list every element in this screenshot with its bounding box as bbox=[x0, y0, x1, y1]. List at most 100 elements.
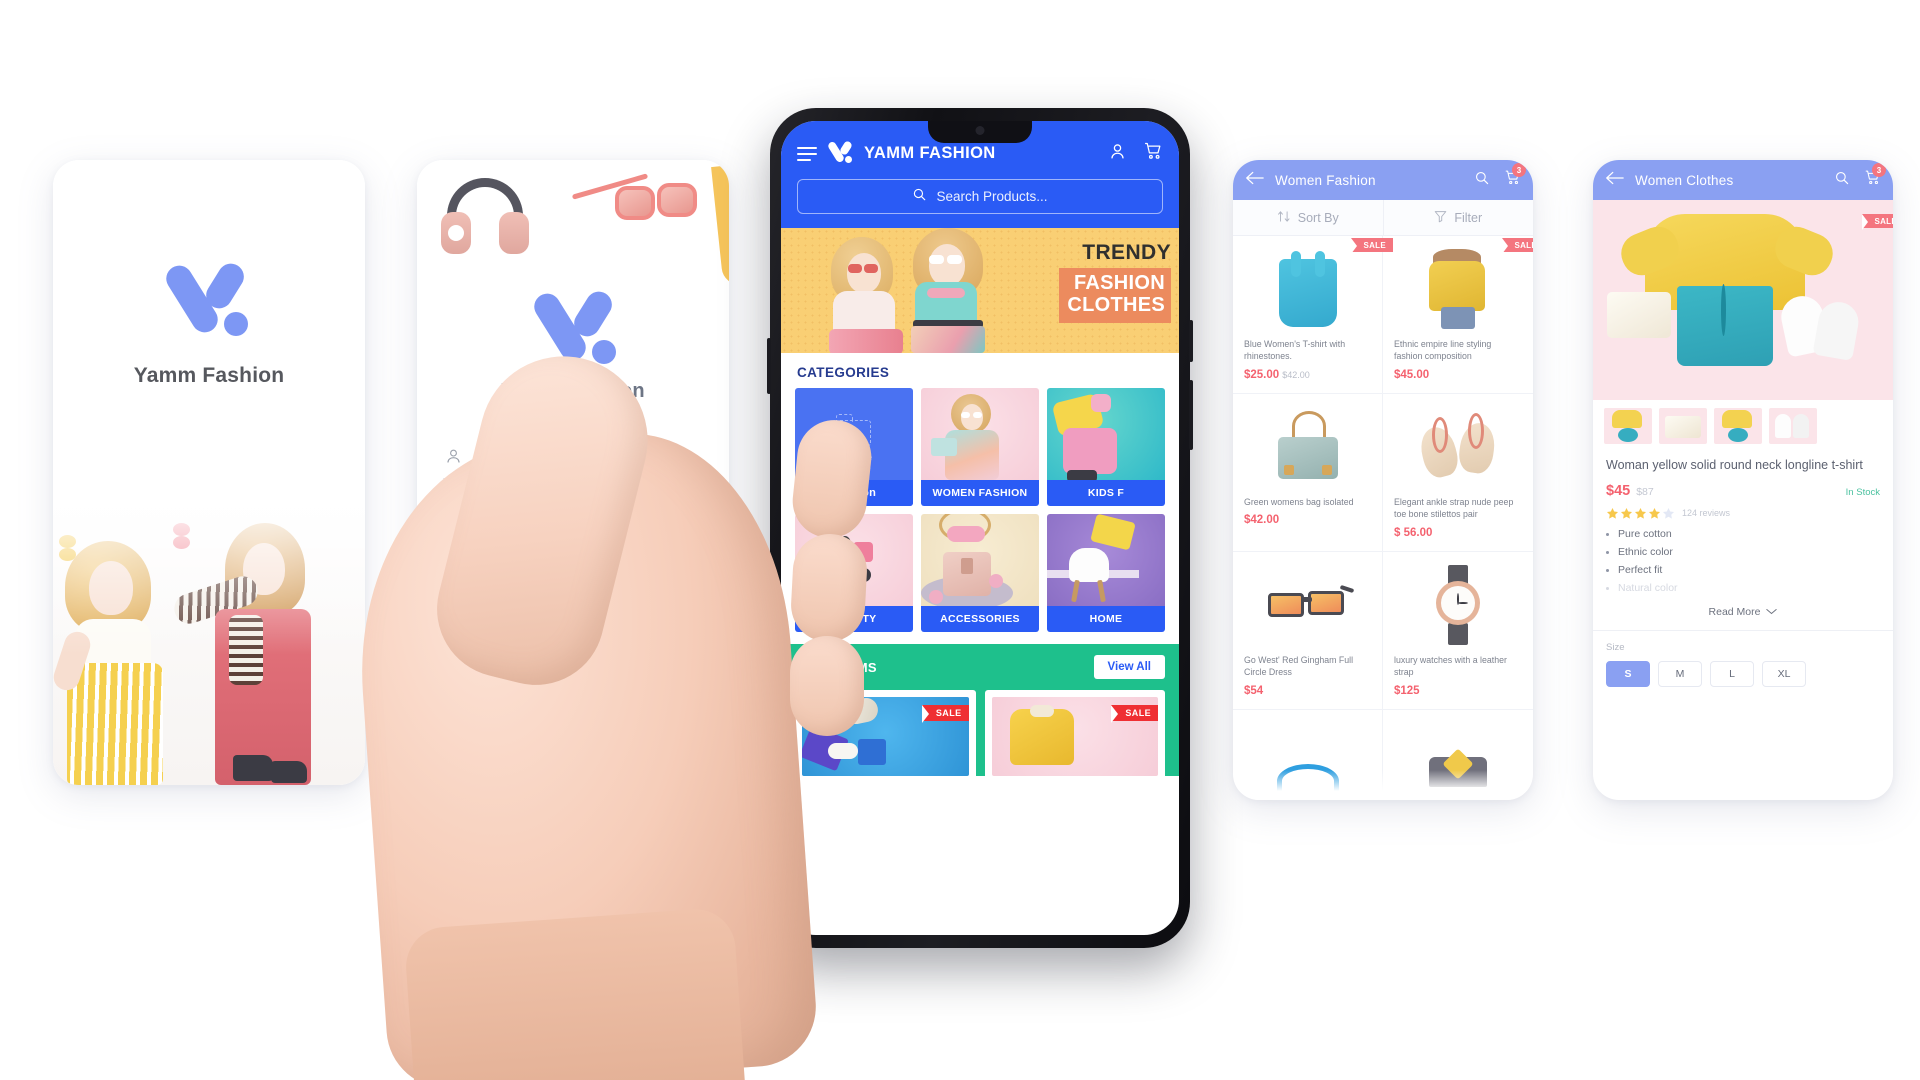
search-input[interactable]: Search Products... bbox=[797, 179, 1163, 214]
rating-row: 124 reviews bbox=[1606, 507, 1880, 519]
cart-icon[interactable]: 3 bbox=[1864, 163, 1886, 191]
product-name: Elegant ankle strap nude peep toe bone s… bbox=[1394, 496, 1514, 520]
search-icon bbox=[912, 187, 927, 207]
product-name: Blue Women's T-shirt with rhinestones. bbox=[1244, 339, 1346, 362]
banner-model-right bbox=[893, 228, 1003, 353]
price-current: $54 bbox=[1244, 684, 1264, 697]
product-name: Go West' Red Gingham Full Circle Dress bbox=[1244, 654, 1354, 678]
category-card-women-fashion[interactable]: WOMEN FASHION bbox=[921, 388, 1039, 506]
category-card-fashion[interactable]: No image available Fashion bbox=[795, 388, 913, 506]
or-login-with-label: or login with bbox=[538, 630, 608, 645]
phone-power-button[interactable] bbox=[1189, 320, 1193, 362]
back-arrow-icon[interactable] bbox=[1605, 171, 1624, 190]
search-icon[interactable] bbox=[1834, 170, 1850, 191]
size-option-xl[interactable]: XL bbox=[1762, 661, 1806, 688]
yellow-shirt-prop bbox=[711, 160, 729, 287]
thumbnail-3[interactable] bbox=[1714, 408, 1762, 444]
product-card[interactable]: Green womens bag isolated $42.00 bbox=[1233, 393, 1383, 552]
filter-button[interactable]: Filter bbox=[1382, 200, 1534, 235]
mockup-canvas: Yamm Fashion Yamm Fashion Phone or email… bbox=[0, 0, 1920, 1080]
sale-badge: SALE bbox=[921, 705, 969, 723]
product-card[interactable]: SALE Ethnic empire line styling fashion … bbox=[1383, 236, 1533, 394]
size-selector-panel: Size S M L XL bbox=[1593, 630, 1893, 701]
detail-old-price: $87 bbox=[1636, 486, 1654, 499]
splash-hero-photo bbox=[53, 495, 365, 785]
no-image-text: No image available bbox=[835, 451, 873, 473]
size-option-s[interactable]: S bbox=[1606, 661, 1650, 688]
product-image bbox=[1244, 246, 1371, 332]
sale-badge: SALE bbox=[1111, 705, 1158, 723]
category-label: BEAUTY bbox=[795, 606, 913, 632]
password-field[interactable]: Password bbox=[443, 503, 703, 540]
product-name: luxury watches with a leather strap bbox=[1394, 654, 1507, 678]
read-more-button[interactable]: Read More bbox=[1606, 600, 1880, 630]
sale-item-card[interactable]: SALE bbox=[795, 690, 976, 776]
product-price: $ 56.00 bbox=[1394, 527, 1522, 539]
search-icon[interactable] bbox=[1474, 170, 1490, 191]
product-card[interactable]: SALE Blue Women's T-shirt with rhineston… bbox=[1233, 236, 1393, 394]
size-option-l[interactable]: L bbox=[1710, 661, 1754, 688]
login-content: Yamm Fashion Phone or email Password LOG… bbox=[417, 160, 729, 785]
splash-app-name: Yamm Fashion bbox=[133, 364, 285, 387]
wrist bbox=[403, 906, 747, 1080]
login-screen: Yamm Fashion Phone or email Password LOG… bbox=[417, 160, 729, 785]
size-option-m[interactable]: M bbox=[1658, 661, 1702, 688]
category-label: KIDS F bbox=[1047, 480, 1165, 506]
category-card-home[interactable]: HOME bbox=[1047, 514, 1165, 632]
detail-title: Women Clothes bbox=[1635, 172, 1734, 188]
sort-by-button[interactable]: Sort By bbox=[1233, 200, 1383, 235]
banner-line-2: FASHION bbox=[1074, 272, 1165, 294]
back-arrow-icon[interactable] bbox=[1245, 171, 1264, 190]
category-card-kids-fashion[interactable]: KIDS F bbox=[1047, 388, 1165, 506]
reviews-count: 124 reviews bbox=[1682, 508, 1731, 519]
thumbnail-4[interactable] bbox=[1769, 408, 1817, 444]
app-logo-icon bbox=[826, 139, 854, 166]
banner-line-3: CLOTHES bbox=[1067, 294, 1165, 317]
product-image bbox=[1244, 404, 1371, 490]
product-card[interactable]: luxury watches with a leather strap $125 bbox=[1383, 552, 1533, 710]
detail-header: Women Clothes 3 bbox=[1593, 160, 1893, 200]
price-current: $45.00 bbox=[1394, 368, 1430, 381]
thumbnail-1[interactable] bbox=[1604, 408, 1652, 444]
detail-header-actions: 3 bbox=[1834, 163, 1886, 191]
product-image bbox=[1394, 246, 1522, 332]
facebook-login-button[interactable]: facebook bbox=[513, 663, 633, 703]
promo-banner[interactable]: TRENDY FASHION CLOTHES bbox=[781, 228, 1179, 353]
user-icon[interactable] bbox=[1108, 142, 1127, 166]
phone-volume-button[interactable] bbox=[1189, 380, 1193, 450]
detail-product-title: Woman yellow solid round neck longline t… bbox=[1606, 458, 1863, 472]
list-header-actions: 3 bbox=[1474, 163, 1526, 191]
product-card[interactable]: Elegant ankle strap nude peep toe bone s… bbox=[1383, 394, 1533, 552]
category-image bbox=[1047, 514, 1165, 606]
thumbnail-2[interactable] bbox=[1659, 408, 1707, 444]
sign-up-link[interactable]: SIGN UP bbox=[511, 725, 564, 740]
username-field[interactable]: Phone or email bbox=[443, 442, 703, 479]
product-price: $42.00 bbox=[1244, 514, 1371, 526]
hamburger-icon[interactable] bbox=[797, 146, 817, 161]
cart-icon[interactable]: 3 bbox=[1504, 163, 1526, 191]
star-icon-empty bbox=[1662, 507, 1675, 519]
password-placeholder: Password bbox=[475, 511, 536, 527]
search-placeholder: Search Products... bbox=[936, 189, 1048, 204]
cart-icon[interactable] bbox=[1143, 141, 1163, 166]
category-image bbox=[921, 514, 1039, 610]
login-button[interactable]: LOGIN bbox=[443, 564, 703, 608]
category-card-accessories[interactable]: ACCESSORIES bbox=[921, 514, 1039, 632]
sale-item-card[interactable]: SALE bbox=[984, 690, 1165, 776]
cart-badge: 3 bbox=[1512, 163, 1526, 177]
category-label: HOME bbox=[1047, 606, 1165, 632]
banner-highlight-box: FASHION CLOTHES bbox=[1059, 268, 1171, 323]
product-card[interactable]: Go West' Red Gingham Full Circle Dress $… bbox=[1233, 551, 1383, 710]
sale-badge: SALE bbox=[1502, 238, 1533, 254]
app-header-top-row: YAMM FASHION bbox=[797, 139, 1163, 166]
login-logo-block: Yamm Fashion bbox=[417, 286, 729, 403]
detail-hero-image[interactable]: SALE bbox=[1593, 200, 1893, 400]
price-current: $25.00 bbox=[1244, 368, 1280, 381]
price-old: $42.00 bbox=[1282, 369, 1310, 380]
view-all-button[interactable]: View All bbox=[1093, 655, 1165, 679]
phone-side-button[interactable] bbox=[767, 338, 771, 394]
star-icon bbox=[1648, 507, 1661, 519]
splash-content: Yamm Fashion bbox=[53, 160, 365, 785]
cart-badge: 3 bbox=[1872, 163, 1886, 177]
category-card-beauty[interactable]: BEAUTY bbox=[795, 514, 913, 632]
